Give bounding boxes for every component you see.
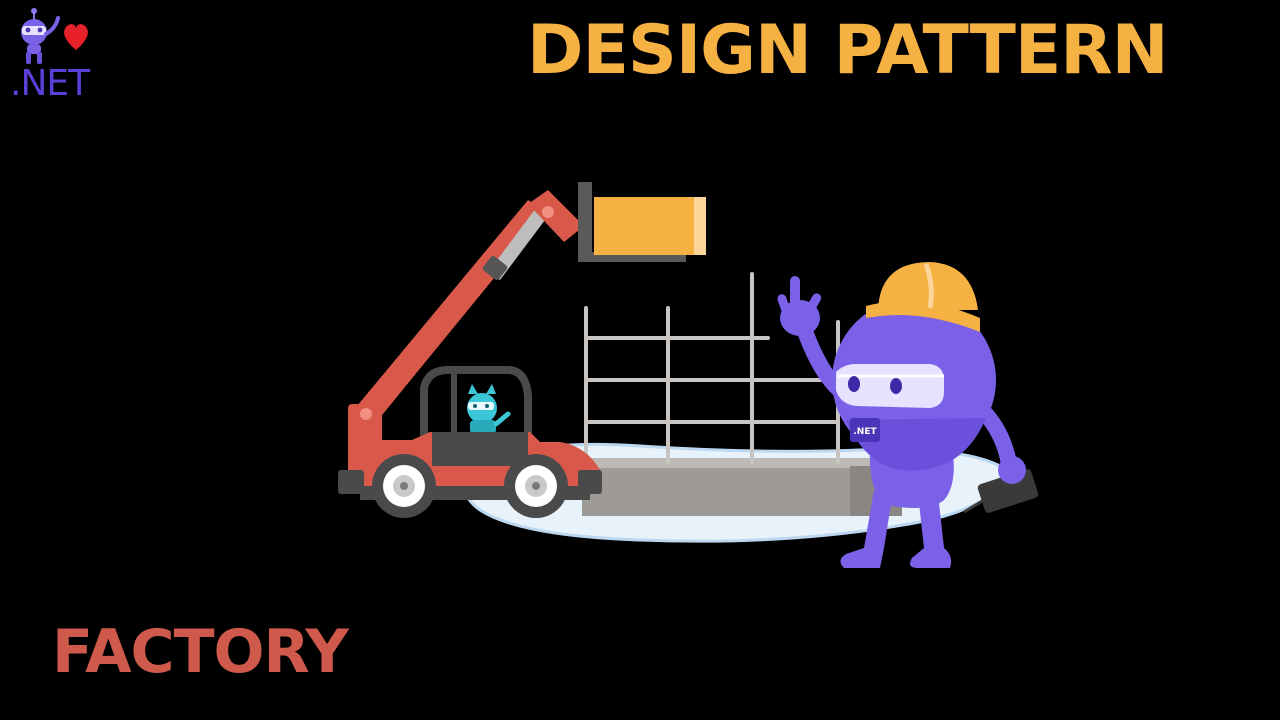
mascot-badge-label: .NET bbox=[853, 427, 877, 437]
driver-bot bbox=[467, 384, 511, 434]
cargo-crate bbox=[594, 197, 706, 255]
rear-wheel bbox=[504, 454, 568, 518]
waving-hand-icon bbox=[777, 276, 822, 336]
pattern-name: FACTORY bbox=[52, 617, 349, 687]
slide-canvas: .NET DESIGN PATTERN .NET FACTORY bbox=[0, 0, 1280, 720]
front-wheel bbox=[372, 454, 436, 518]
concrete-foundation bbox=[582, 458, 902, 516]
